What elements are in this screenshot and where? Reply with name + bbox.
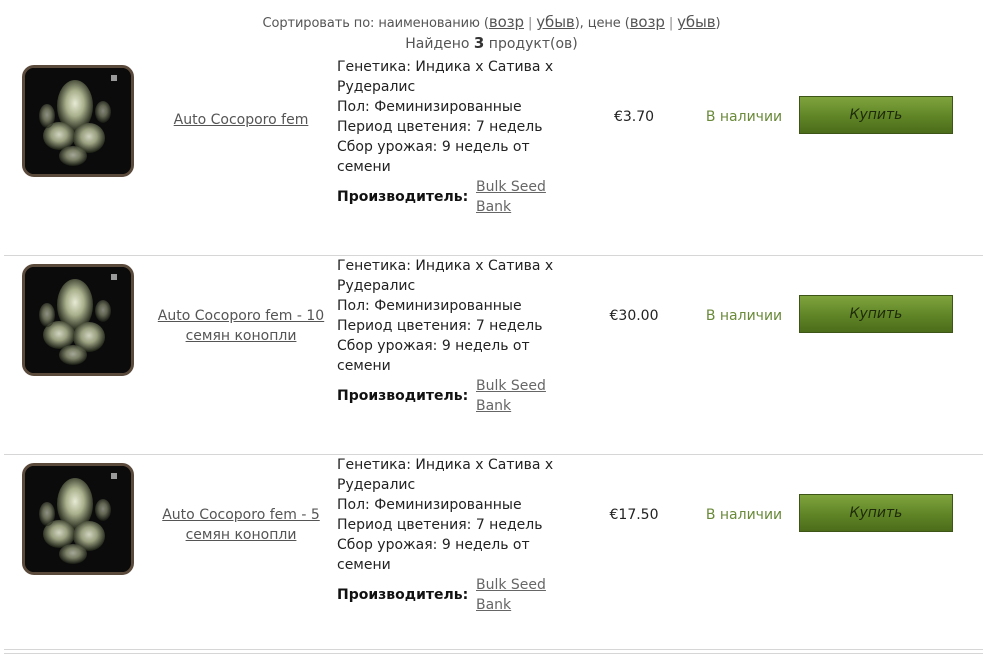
sort-suffix: ) <box>715 16 721 31</box>
manufacturer-label: Производитель: <box>337 587 469 603</box>
description-line: Сбор урожая: 9 недель от <box>337 537 530 553</box>
sort-price-asc-link[interactable]: возр <box>630 13 665 31</box>
product-name-link[interactable]: Auto Cocoporo fem - 5 семян конопли <box>142 505 340 545</box>
sort-name-desc-link[interactable]: убыв <box>536 13 575 31</box>
description-line: Пол: Феминизированные <box>337 497 522 513</box>
stock-status: В наличии <box>705 109 783 125</box>
manufacturer-link[interactable]: Bulk Seed Bank <box>476 376 566 416</box>
product-description: Генетика: Индика x Сатива x Рудералис Пол:… <box>337 57 577 177</box>
description-line: Рудералис <box>337 477 416 493</box>
description-line: Период цветения: 7 недель <box>337 517 543 533</box>
product-image[interactable] <box>22 65 134 177</box>
description-line: Генетика: Индика x Сатива x <box>337 59 554 75</box>
product-row: Auto Cocoporo fem - 5 семян конопли Гене… <box>4 455 983 654</box>
cannabis-plant-icon <box>25 466 131 572</box>
product-description: Генетика: Индика x Сатива x Рудералис Пол:… <box>337 256 577 376</box>
description-line: Пол: Феминизированные <box>337 99 522 115</box>
product-name-line1[interactable]: Auto Cocoporo fem <box>142 110 340 130</box>
sort-bar: Сортировать по: наименованию (возр | убыв)… <box>0 13 983 31</box>
cannabis-plant-icon <box>25 68 131 174</box>
product-image[interactable] <box>22 463 134 575</box>
buy-button[interactable]: Купить <box>799 494 953 532</box>
description-line: семени <box>337 557 391 573</box>
product-price: €30.00 <box>609 308 659 324</box>
sort-separator: | <box>668 16 674 31</box>
product-name-line1[interactable]: Auto Cocoporo fem - 10 <box>142 306 340 326</box>
found-count-text: Найдено 3 продукт(ов) <box>405 34 578 52</box>
description-line: Генетика: Индика x Сатива x <box>337 258 554 274</box>
description-line: Генетика: Индика x Сатива x <box>337 457 554 473</box>
description-line: Пол: Феминизированные <box>337 298 522 314</box>
manufacturer-link[interactable]: Bulk Seed Bank <box>476 575 566 615</box>
description-line: Сбор урожая: 9 недель от <box>337 139 530 155</box>
manufacturer-label: Производитель: <box>337 189 469 205</box>
description-line: Рудералис <box>337 79 416 95</box>
sort-name-asc-link[interactable]: возр <box>489 13 524 31</box>
description-line: Сбор урожая: 9 недель от <box>337 338 530 354</box>
buy-button[interactable]: Купить <box>799 96 953 134</box>
divider <box>4 649 983 650</box>
cannabis-plant-icon <box>25 267 131 373</box>
description-line: семени <box>337 358 391 374</box>
manufacturer-label: Производитель: <box>337 388 469 404</box>
stock-status: В наличии <box>705 308 783 324</box>
product-price: €17.50 <box>609 507 659 523</box>
sort-price-desc-link[interactable]: убыв <box>677 13 716 31</box>
description-line: семени <box>337 159 391 175</box>
sort-middle: ), цене ( <box>574 16 630 31</box>
description-line: Рудералис <box>337 278 416 294</box>
product-price: €3.70 <box>613 109 655 125</box>
product-row: Auto Cocoporo fem - 10 семян конопли Ген… <box>4 256 983 455</box>
product-name-link[interactable]: Auto Cocoporo fem <box>142 110 340 130</box>
product-row: Auto Cocoporo fem Генетика: Индика x Сат… <box>4 57 983 256</box>
found-count: 3 <box>473 34 485 52</box>
sort-prefix: Сортировать по: наименованию ( <box>262 16 489 31</box>
product-name-line1[interactable]: Auto Cocoporo fem - 5 <box>142 505 340 525</box>
product-name-line2[interactable]: семян конопли <box>142 525 340 545</box>
manufacturer-link[interactable]: Bulk Seed Bank <box>476 177 566 217</box>
product-name-line2[interactable]: семян конопли <box>142 326 340 346</box>
product-description: Генетика: Индика x Сатива x Рудералис Пол:… <box>337 455 577 575</box>
buy-button[interactable]: Купить <box>799 295 953 333</box>
product-name-link[interactable]: Auto Cocoporo fem - 10 семян конопли <box>142 306 340 346</box>
product-image[interactable] <box>22 264 134 376</box>
description-line: Период цветения: 7 недель <box>337 119 543 135</box>
sort-separator: | <box>527 16 533 31</box>
description-line: Период цветения: 7 недель <box>337 318 543 334</box>
stock-status: В наличии <box>705 507 783 523</box>
